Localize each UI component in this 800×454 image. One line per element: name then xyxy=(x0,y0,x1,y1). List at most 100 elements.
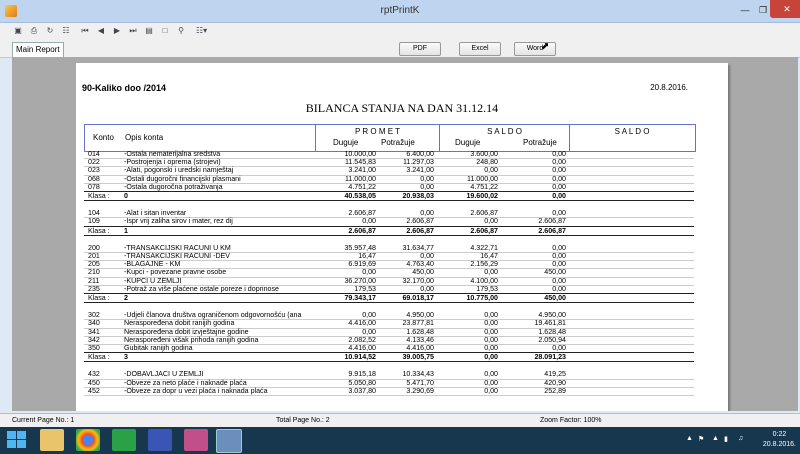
header-saldo-1: S A L D O xyxy=(487,127,522,136)
header-saldo-2: S A L D O xyxy=(614,127,650,136)
close-view-icon[interactable]: □ xyxy=(160,26,170,36)
clock-date: 20.8.2016. xyxy=(762,441,796,448)
print-icon[interactable]: ⎙ xyxy=(29,26,39,36)
cell-d: 0,00 xyxy=(362,311,376,320)
cell-p: 39.005,75 xyxy=(402,353,434,362)
cell-sd: 0,00 xyxy=(484,327,498,336)
cell-p: 4.416,00 xyxy=(406,344,434,352)
cell-p: 0,00 xyxy=(420,209,434,218)
cell-sd: 0,00 xyxy=(484,268,498,277)
cell-konto: 450 xyxy=(88,378,100,387)
tab-main-report[interactable]: Main Report xyxy=(12,42,64,57)
save-app-icon[interactable] xyxy=(148,429,172,451)
cell-sd: 0,00 xyxy=(484,335,498,344)
signal-icon[interactable]: ▮ xyxy=(724,435,728,443)
volume-icon[interactable]: ♫ xyxy=(738,435,743,442)
cell-opis: Neraspoređeni višak prihoda ranijih godi… xyxy=(124,335,259,344)
cell-sd: 248,80 xyxy=(476,158,498,167)
last-page-icon[interactable]: ⏭ xyxy=(128,26,138,36)
minimize-button[interactable]: — xyxy=(736,4,754,17)
refresh-icon[interactable]: ↻ xyxy=(45,26,55,36)
flag-icon[interactable]: ⚑ xyxy=(698,435,704,443)
klasa-total-row: Klasa : 3 10.914,52 39.005,75 0,00 28.091,23 xyxy=(84,352,694,363)
cell-sd: 4.322,71 xyxy=(470,243,498,252)
cell-sd: 0,00 xyxy=(484,217,498,226)
cell-p: 69.018,17 xyxy=(402,294,434,302)
file-explorer-icon[interactable] xyxy=(40,429,64,451)
header-promet: P R O M E T xyxy=(354,127,401,136)
rptprintk-taskbar-icon[interactable] xyxy=(216,429,242,453)
cell-sp: 4.950,00 xyxy=(538,311,566,320)
cell-konto: 3 xyxy=(124,353,128,362)
report-page: 90-Kaliko doo /2014 20.8.2016. BILANCA S… xyxy=(76,63,728,411)
cell-konto: 350 xyxy=(88,344,100,352)
zoom-icon[interactable]: ☷▾ xyxy=(196,26,207,36)
cell-sp: 420,90 xyxy=(544,378,566,387)
cell-konto: 235 xyxy=(88,284,100,293)
cell-d: 11.000,00 xyxy=(344,174,376,183)
cell-d: 2.082,52 xyxy=(348,335,376,344)
cell-opis: Neraspoređena dobit ranijih godina xyxy=(124,319,235,328)
cell-konto: 109 xyxy=(88,217,100,226)
cell-opis: -BLAGAJNE - KM xyxy=(124,260,181,269)
header-opis: Opis konta xyxy=(125,133,164,142)
cell-konto: 432 xyxy=(88,370,100,379)
cell-p: 4.950,00 xyxy=(406,311,434,320)
total-page-label: Total Page No.: 2 xyxy=(276,417,330,424)
find-icon[interactable]: ⚲ xyxy=(176,26,186,36)
cell-opis: -Alati, pogonski i uredski namještaj xyxy=(124,166,234,175)
zoom-factor-label: Zoom Factor: 100% xyxy=(540,417,602,424)
cell-sd: 0,00 xyxy=(484,344,498,352)
report-toolbar: ▣ ⎙ ↻ ☷ ⏮ ◀ ▶ ⏭ ▤ □ ⚲ ☷▾ xyxy=(0,23,800,41)
cell-sp: 1.628,48 xyxy=(538,327,566,336)
tray-arrow-icon[interactable]: ▲ xyxy=(686,435,693,442)
cell-d: 179,53 xyxy=(354,284,376,293)
cell-klasa: Klasa : xyxy=(88,294,110,302)
cell-d: 4.416,00 xyxy=(348,319,376,328)
paint-app-icon[interactable] xyxy=(184,429,208,451)
close-button[interactable]: ✕ xyxy=(770,0,800,18)
cell-p: 2.606,87 xyxy=(406,226,434,235)
group-tree-icon[interactable]: ☷ xyxy=(61,26,71,36)
goto-page-icon[interactable]: ▤ xyxy=(144,26,154,36)
klasa-total-row: Klasa : 0 40.538,05 20.938,03 19.600,02 0,00 xyxy=(84,191,694,202)
cell-d: 0,00 xyxy=(362,327,376,336)
network-icon[interactable]: ▲ xyxy=(712,435,719,442)
store-icon[interactable] xyxy=(112,429,136,451)
tab-row: Main Report PDF Excel Word ⬈ xyxy=(0,41,800,58)
previous-page-icon[interactable]: ◀ xyxy=(96,26,106,36)
cell-opis: -DOBAVLJACI U ZEMLJI xyxy=(124,370,204,379)
cell-sd: 3.600,00 xyxy=(470,150,498,158)
header-konto: Konto xyxy=(93,133,114,142)
cell-p: 31.634,77 xyxy=(402,243,434,252)
word-button[interactable]: Word xyxy=(514,42,556,56)
cell-sp: 0,00 xyxy=(552,150,566,158)
windows-start-icon[interactable] xyxy=(7,431,27,450)
cell-p: 32.170,00 xyxy=(402,276,434,285)
column-header: Konto Opis konta P R O M E T Duguje Potr… xyxy=(84,124,696,152)
cell-konto: 014 xyxy=(88,150,100,158)
cell-opis: -Obveze za neto plaće i naknade plaća xyxy=(124,378,247,387)
cell-d: 10.000,00 xyxy=(344,150,376,158)
cell-sd: 2.606,87 xyxy=(470,226,498,235)
window-title: rptPrintK xyxy=(380,5,420,16)
chrome-icon[interactable] xyxy=(76,429,100,451)
cell-sp: 19.461,81 xyxy=(534,319,566,328)
excel-button[interactable]: Excel xyxy=(459,42,501,56)
cell-d: 3.241,00 xyxy=(348,166,376,175)
cell-sp: 0,00 xyxy=(552,158,566,167)
next-page-icon[interactable]: ▶ xyxy=(112,26,122,36)
cell-p: 3.290,69 xyxy=(406,386,434,395)
cell-konto: 104 xyxy=(88,209,100,218)
header-duguje-2: Duguje xyxy=(455,138,481,147)
clock[interactable]: 0:22 20.8.2016. xyxy=(763,430,796,450)
report-viewer[interactable]: 90-Kaliko doo /2014 20.8.2016. BILANCA S… xyxy=(12,57,798,411)
header-potrazuje-1: Potražuje xyxy=(381,138,415,147)
cell-sd: 2.156,29 xyxy=(470,260,498,269)
cell-sp: 0,00 xyxy=(552,209,566,218)
cell-sd: 179,53 xyxy=(476,284,498,293)
first-page-icon[interactable]: ⏮ xyxy=(80,26,90,36)
export-icon[interactable]: ▣ xyxy=(13,26,23,36)
pdf-button[interactable]: PDF xyxy=(399,42,441,56)
cell-opis: -Ostali dugoročni financijski plasmani xyxy=(124,174,241,183)
